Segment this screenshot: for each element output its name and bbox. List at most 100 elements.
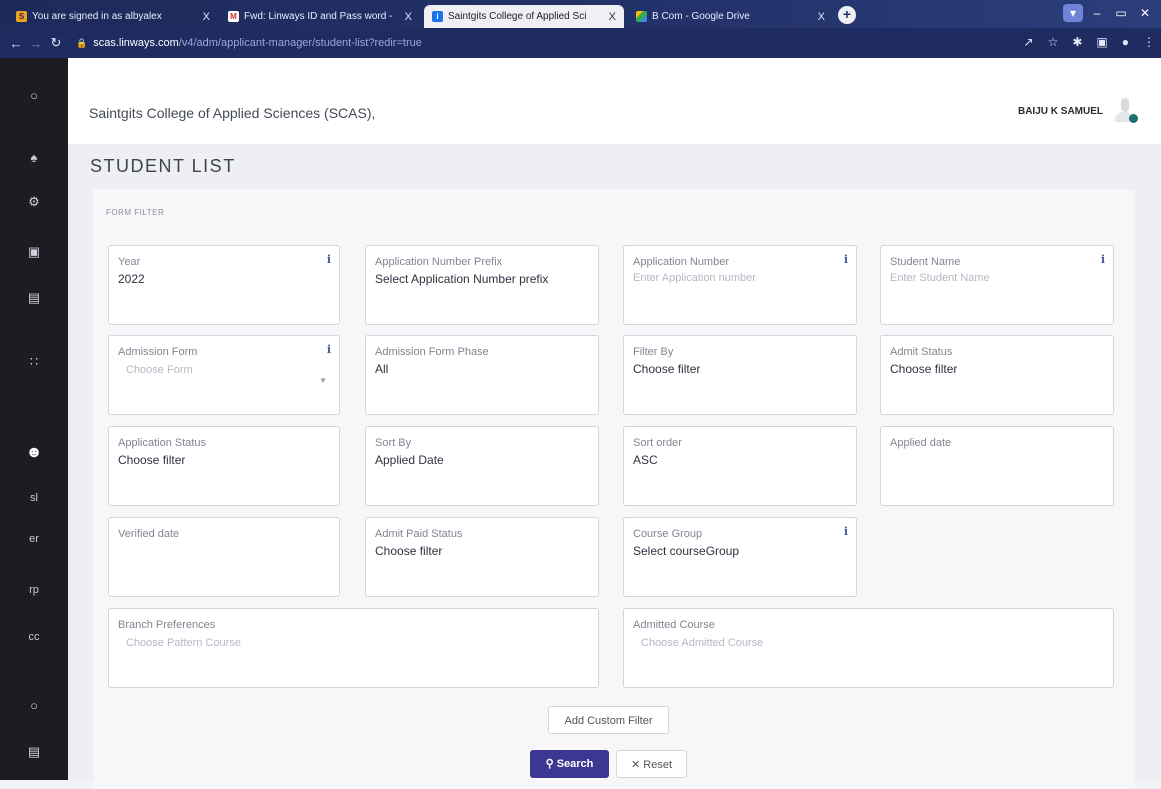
admitted-course-select[interactable]: Admitted Course Choose Admitted Course (623, 608, 1114, 688)
clipboard-icon[interactable]: ▣ (0, 244, 68, 260)
add-custom-filter-button[interactable]: Add Custom Filter (548, 706, 669, 734)
sort-by-select[interactable]: Sort By Applied Date (365, 426, 599, 506)
field-label: Applied date (890, 437, 952, 449)
browser-tab[interactable]: M Fwd: Linways ID and Pass word - X (220, 5, 420, 28)
browser-tab[interactable]: S You are signed in as albyalex X (8, 5, 218, 28)
new-tab-button[interactable]: + (838, 6, 856, 24)
admit-status-select[interactable]: Admit Status Choose filter (880, 335, 1114, 415)
share-icon[interactable]: ↗ (1024, 35, 1034, 49)
tab-favicon-icon: S (16, 11, 27, 22)
branch-preferences-select[interactable]: Branch Preferences Choose Pattern Course (108, 608, 599, 688)
back-icon[interactable]: ← (6, 36, 26, 51)
field-label: Filter By (633, 346, 674, 358)
sidebar-item-rp[interactable]: rp (0, 584, 68, 596)
close-icon[interactable]: X (405, 11, 412, 23)
app-sidebar: ○ ♠ ⚙ ▣ ▤ ∷ ☻ sl er rp cc ○ ▤ (0, 58, 68, 780)
branch-preferences-placeholder: Choose Pattern Course (126, 637, 241, 649)
course-group-select[interactable]: Course Group Select courseGroup i (623, 517, 857, 597)
student-name-field[interactable]: Student Name Enter Student Name i (880, 245, 1114, 325)
info-icon[interactable]: i (327, 343, 331, 356)
forward-icon[interactable]: → (26, 36, 46, 51)
close-icon[interactable]: X (609, 11, 616, 23)
status-dot (1129, 114, 1138, 123)
grid-icon[interactable]: ∷ (0, 354, 68, 370)
url-path: /v4/adm/applicant-manager/student-list?r… (178, 37, 422, 49)
sidebar-item-er[interactable]: er (0, 533, 68, 545)
window-close-icon[interactable]: ✕ (1135, 4, 1155, 22)
filter-by-value: Choose filter (633, 362, 701, 376)
field-label: Student Name (890, 256, 961, 268)
info-icon[interactable]: i (844, 525, 848, 538)
maximize-icon[interactable]: ▭ (1111, 4, 1131, 22)
dashboard-icon[interactable]: ○ (0, 88, 68, 103)
year-value: 2022 (118, 272, 145, 286)
close-icon[interactable]: X (818, 11, 825, 23)
admission-form-phase-select[interactable]: Admission Form Phase All (365, 335, 599, 415)
student-icon[interactable]: ☻ (0, 444, 68, 462)
lock-icon: 🔒 (76, 37, 88, 48)
close-icon[interactable]: X (203, 11, 210, 23)
applied-date-field[interactable]: Applied date (880, 426, 1114, 506)
logout-icon[interactable]: ▤ (0, 744, 68, 760)
menu-icon[interactable]: ⋮ (1143, 35, 1155, 49)
tab-label: Saintgits College of Applied Sci (448, 11, 587, 22)
address-bar: ← → ↻ 🔒 scas.linways.com /v4/adm/applica… (0, 28, 1161, 58)
application-status-select[interactable]: Application Status Choose filter (108, 426, 340, 506)
close-icon: ✕ (630, 759, 641, 771)
url-host: scas.linways.com (93, 37, 179, 49)
avatar[interactable] (1115, 98, 1138, 124)
field-label: Application Number (633, 256, 729, 268)
form-filter-panel: FORM FILTER Year 2022 i Application Numb… (93, 189, 1135, 789)
sidebar-item-cc[interactable]: cc (0, 631, 68, 643)
info-icon[interactable]: i (1101, 253, 1105, 266)
toolbar-icons: ↗ ☆ ✱ ▣ ● ⋮ (1024, 35, 1155, 49)
field-label: Verified date (118, 528, 180, 540)
search-label: Search (556, 758, 594, 770)
tab-label: Fwd: Linways ID and Pass word - (244, 11, 393, 22)
filter-by-select[interactable]: Filter By Choose filter (623, 335, 857, 415)
verified-date-field[interactable]: Verified date (108, 517, 340, 597)
field-label: Application Number Prefix (375, 256, 503, 268)
sort-order-value: ASC (633, 453, 658, 467)
sidepanel-icon[interactable]: ▣ (1096, 35, 1107, 49)
calendar-icon[interactable]: ▤ (0, 290, 68, 306)
google-drive-icon (636, 11, 647, 22)
sort-order-select[interactable]: Sort order ASC (623, 426, 857, 506)
browser-tab[interactable]: B Com - Google Drive X (628, 5, 833, 28)
application-prefix-select[interactable]: Application Number Prefix Select Applica… (365, 245, 599, 325)
field-label: Course Group (633, 528, 703, 540)
sidebar-item-sl[interactable]: sl (0, 492, 68, 504)
user-name[interactable]: BAIJU K SAMUEL (1018, 106, 1103, 117)
application-status-value: Choose filter (118, 453, 186, 467)
info-icon[interactable]: i (327, 253, 331, 266)
account-icon[interactable]: ● (1122, 35, 1129, 49)
extensions-icon[interactable]: ✱ (1072, 35, 1082, 49)
users-icon[interactable]: ♠ (0, 150, 68, 165)
application-number-input[interactable]: Enter Application number (633, 272, 847, 284)
field-label: Application Status (118, 437, 207, 449)
info-icon[interactable]: i (844, 253, 848, 266)
tab-favicon-icon: i (432, 11, 443, 22)
reload-icon[interactable]: ↻ (46, 35, 66, 51)
reset-button[interactable]: ✕ Reset (616, 750, 687, 778)
app-header: Saintgits College of Applied Sciences (S… (68, 58, 1161, 144)
bookmark-star-icon[interactable]: ☆ (1048, 35, 1059, 49)
year-field[interactable]: Year 2022 i (108, 245, 340, 325)
admission-form-select[interactable]: Admission Form Choose Form i ▼ (108, 335, 340, 415)
search-button[interactable]: ⚲ Search (530, 750, 609, 778)
browser-tab-active[interactable]: i Saintgits College of Applied Sci X (424, 5, 624, 28)
chevron-down-icon[interactable]: ▼ (319, 376, 327, 385)
admit-paid-status-select[interactable]: Admit Paid Status Choose filter (365, 517, 599, 597)
minimize-icon[interactable]: – (1087, 4, 1107, 22)
main-content: Saintgits College of Applied Sciences (S… (68, 58, 1161, 789)
student-name-input[interactable]: Enter Student Name (890, 272, 1104, 284)
field-label: Sort By (375, 437, 412, 449)
tab-label: You are signed in as albyalex (32, 11, 162, 22)
application-number-field[interactable]: Application Number Enter Application num… (623, 245, 857, 325)
admitted-course-placeholder: Choose Admitted Course (641, 637, 764, 649)
profile-menu-icon[interactable]: ▾ (1063, 4, 1083, 22)
settings-icon[interactable]: ⚙ (0, 194, 68, 210)
help-icon[interactable]: ○ (0, 698, 68, 713)
field-label: Admission Form (118, 346, 198, 358)
url-field[interactable]: 🔒 scas.linways.com /v4/adm/applicant-man… (76, 37, 422, 49)
